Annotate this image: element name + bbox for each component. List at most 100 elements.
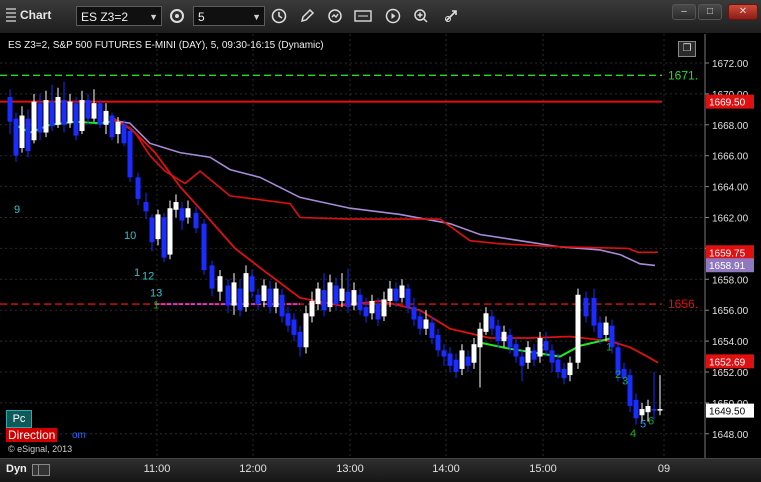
- candle-down: [37, 103, 43, 133]
- zoom-icon[interactable]: [410, 6, 432, 26]
- candle-up: [351, 290, 357, 306]
- candle-up: [639, 409, 645, 416]
- candle-down: [375, 304, 381, 320]
- candle-down: [209, 265, 215, 289]
- price-tick-label: 1666.00: [712, 152, 749, 163]
- candle-up: [477, 328, 483, 348]
- candle-down: [143, 202, 149, 212]
- time-tick-label: 09: [657, 463, 671, 475]
- candle-down: [583, 297, 589, 317]
- candle-down: [363, 307, 369, 317]
- candle-down: [651, 409, 657, 411]
- badge-last-price-label: 1649.50: [709, 407, 746, 418]
- interval-combo[interactable]: 5 ▼: [193, 6, 265, 26]
- candle-down: [453, 359, 459, 372]
- candle-up: [459, 350, 465, 369]
- candle-up: [55, 96, 61, 125]
- count-label: 2: [615, 369, 621, 381]
- bottom-bar: Dyn 11:00 12:00 13:00 14:00 15:00 09: [0, 458, 761, 482]
- app-title: Chart: [6, 8, 51, 22]
- candle-down: [333, 285, 339, 305]
- candle-up: [155, 214, 161, 240]
- direction-logo-suffix: om: [72, 430, 86, 441]
- candle-up: [387, 288, 393, 301]
- chart-area[interactable]: 1672.001670.001668.001666.001664.001662.…: [0, 34, 761, 458]
- candle-down: [597, 322, 603, 339]
- candle-up: [483, 313, 489, 332]
- red-level-label: 1656.: [668, 297, 698, 311]
- candle-up: [31, 101, 37, 141]
- candle-down: [109, 115, 115, 138]
- candle-up: [231, 282, 237, 306]
- candle-down: [25, 118, 31, 152]
- script-icon[interactable]: [352, 6, 374, 26]
- maximize-button[interactable]: □: [698, 4, 722, 20]
- candle-down: [465, 356, 471, 366]
- count-label: 1: [606, 341, 612, 353]
- candle-up: [567, 362, 573, 376]
- candle-up: [423, 319, 429, 329]
- candle-down: [255, 294, 261, 305]
- candle-down: [405, 288, 411, 308]
- candle-down: [435, 334, 441, 351]
- grip-icon[interactable]: [6, 8, 16, 22]
- candle-up: [471, 344, 477, 363]
- candle-down: [225, 285, 231, 306]
- candle-down: [561, 368, 567, 379]
- candle-up: [103, 110, 109, 125]
- restore-icon[interactable]: ❐: [678, 41, 696, 57]
- candle-down: [321, 290, 327, 311]
- candle-up: [167, 208, 173, 255]
- refresh-icon[interactable]: [324, 6, 346, 26]
- price-tick-label: 1654.00: [712, 337, 749, 348]
- candle-up: [19, 115, 25, 148]
- scroll-right-icon[interactable]: [38, 464, 50, 476]
- mode-label[interactable]: Dyn: [6, 463, 27, 475]
- clock-icon[interactable]: [268, 6, 290, 26]
- candle-down: [543, 341, 549, 351]
- candle-up: [79, 100, 85, 131]
- candle-down: [357, 294, 363, 311]
- candle-down: [85, 100, 91, 119]
- time-tick-label: 11:00: [143, 463, 171, 475]
- price-tick-label: 1664.00: [712, 183, 749, 194]
- candle-down: [417, 316, 423, 329]
- symbol-combo[interactable]: ES Z3=2 ▼: [76, 6, 162, 26]
- link-icon[interactable]: [440, 6, 462, 26]
- count-label: 5: [640, 419, 646, 431]
- candle-up: [185, 208, 191, 218]
- pencil-icon[interactable]: [296, 6, 318, 26]
- candle-down: [13, 118, 19, 156]
- direction-logo: Direction: [6, 428, 58, 442]
- candle-down: [447, 353, 453, 366]
- interval-settings-icon[interactable]: [166, 6, 188, 26]
- candle-up: [537, 338, 543, 357]
- candle-up: [67, 101, 73, 124]
- candle-down: [441, 350, 447, 357]
- count-label: 12: [142, 270, 154, 282]
- play-icon[interactable]: [382, 6, 404, 26]
- candle-down: [7, 96, 13, 122]
- slow-red-ma-line: [111, 116, 658, 254]
- candle-up: [173, 202, 179, 210]
- candle-down: [279, 294, 285, 317]
- candle-up: [327, 282, 333, 308]
- time-tick-label: 12:00: [239, 463, 267, 475]
- candle-down: [73, 103, 79, 136]
- candle-up: [501, 331, 507, 342]
- copyright: © eSignal, 2013: [8, 444, 73, 454]
- chevron-down-icon[interactable]: ▼: [252, 7, 261, 27]
- minimize-button[interactable]: –: [672, 4, 696, 20]
- close-button[interactable]: ✕: [728, 4, 758, 20]
- candle-down: [97, 103, 103, 125]
- candle-down: [513, 344, 519, 357]
- app-title-text: Chart: [20, 8, 52, 22]
- price-tick-label: 1656.00: [712, 306, 749, 317]
- candle-down: [489, 316, 495, 329]
- chevron-down-icon[interactable]: ▼: [149, 7, 158, 27]
- price-chart[interactable]: 1672.001670.001668.001666.001664.001662.…: [0, 34, 761, 458]
- symbol-value: ES Z3=2: [81, 10, 129, 24]
- candle-down: [627, 375, 633, 406]
- candle-up: [575, 294, 581, 363]
- count-label: 6: [648, 416, 654, 428]
